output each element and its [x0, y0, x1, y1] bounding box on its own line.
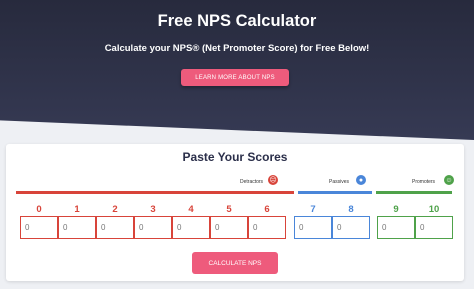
neutral-face-icon: ● — [356, 175, 366, 185]
nps-calculator-page: Free NPS Calculator Calculate your NPS® … — [0, 0, 474, 289]
passives-label: Passives — [329, 179, 350, 185]
score-label-10: 10 — [428, 204, 440, 215]
score-label-7: 7 — [310, 204, 316, 215]
promoters-label: Promoters — [412, 179, 436, 185]
score-input-1[interactable] — [58, 216, 96, 239]
promoters-bar — [376, 191, 452, 194]
score-label-0: 0 — [36, 204, 42, 215]
score-input-2[interactable] — [96, 216, 134, 239]
detractors-bar — [16, 191, 294, 194]
detractors-label: Detractors — [240, 179, 264, 185]
score-input-6[interactable] — [248, 216, 286, 239]
happy-face-icon: ☺ — [444, 175, 454, 185]
learn-more-button[interactable]: LEARN MORE ABOUT NPS — [181, 69, 289, 86]
passives-bar — [298, 191, 372, 194]
score-input-4[interactable] — [172, 216, 210, 239]
score-label-1: 1 — [74, 204, 80, 215]
score-label-8: 8 — [348, 204, 354, 215]
score-label-9: 9 — [393, 204, 399, 215]
score-label-6: 6 — [264, 204, 270, 215]
scores-card: Paste Your Scores Detractors ☹ Passives … — [6, 144, 464, 281]
sad-face-icon: ☹ — [268, 175, 278, 185]
score-label-4: 4 — [188, 204, 194, 215]
calculate-nps-button[interactable]: CALCULATE NPS — [192, 252, 278, 274]
page-title: Free NPS Calculator — [157, 12, 317, 30]
page-subtitle: Calculate your NPS® (Net Promoter Score)… — [104, 43, 370, 54]
score-label-5: 5 — [226, 204, 232, 215]
score-input-10[interactable] — [415, 216, 453, 239]
score-input-8[interactable] — [332, 216, 370, 239]
score-label-2: 2 — [112, 204, 118, 215]
scores-title: Paste Your Scores — [182, 150, 288, 164]
score-input-3[interactable] — [134, 216, 172, 239]
score-input-7[interactable] — [294, 216, 332, 239]
score-input-9[interactable] — [377, 216, 415, 239]
score-label-3: 3 — [150, 204, 156, 215]
score-input-0[interactable] — [20, 216, 58, 239]
score-input-5[interactable] — [210, 216, 248, 239]
